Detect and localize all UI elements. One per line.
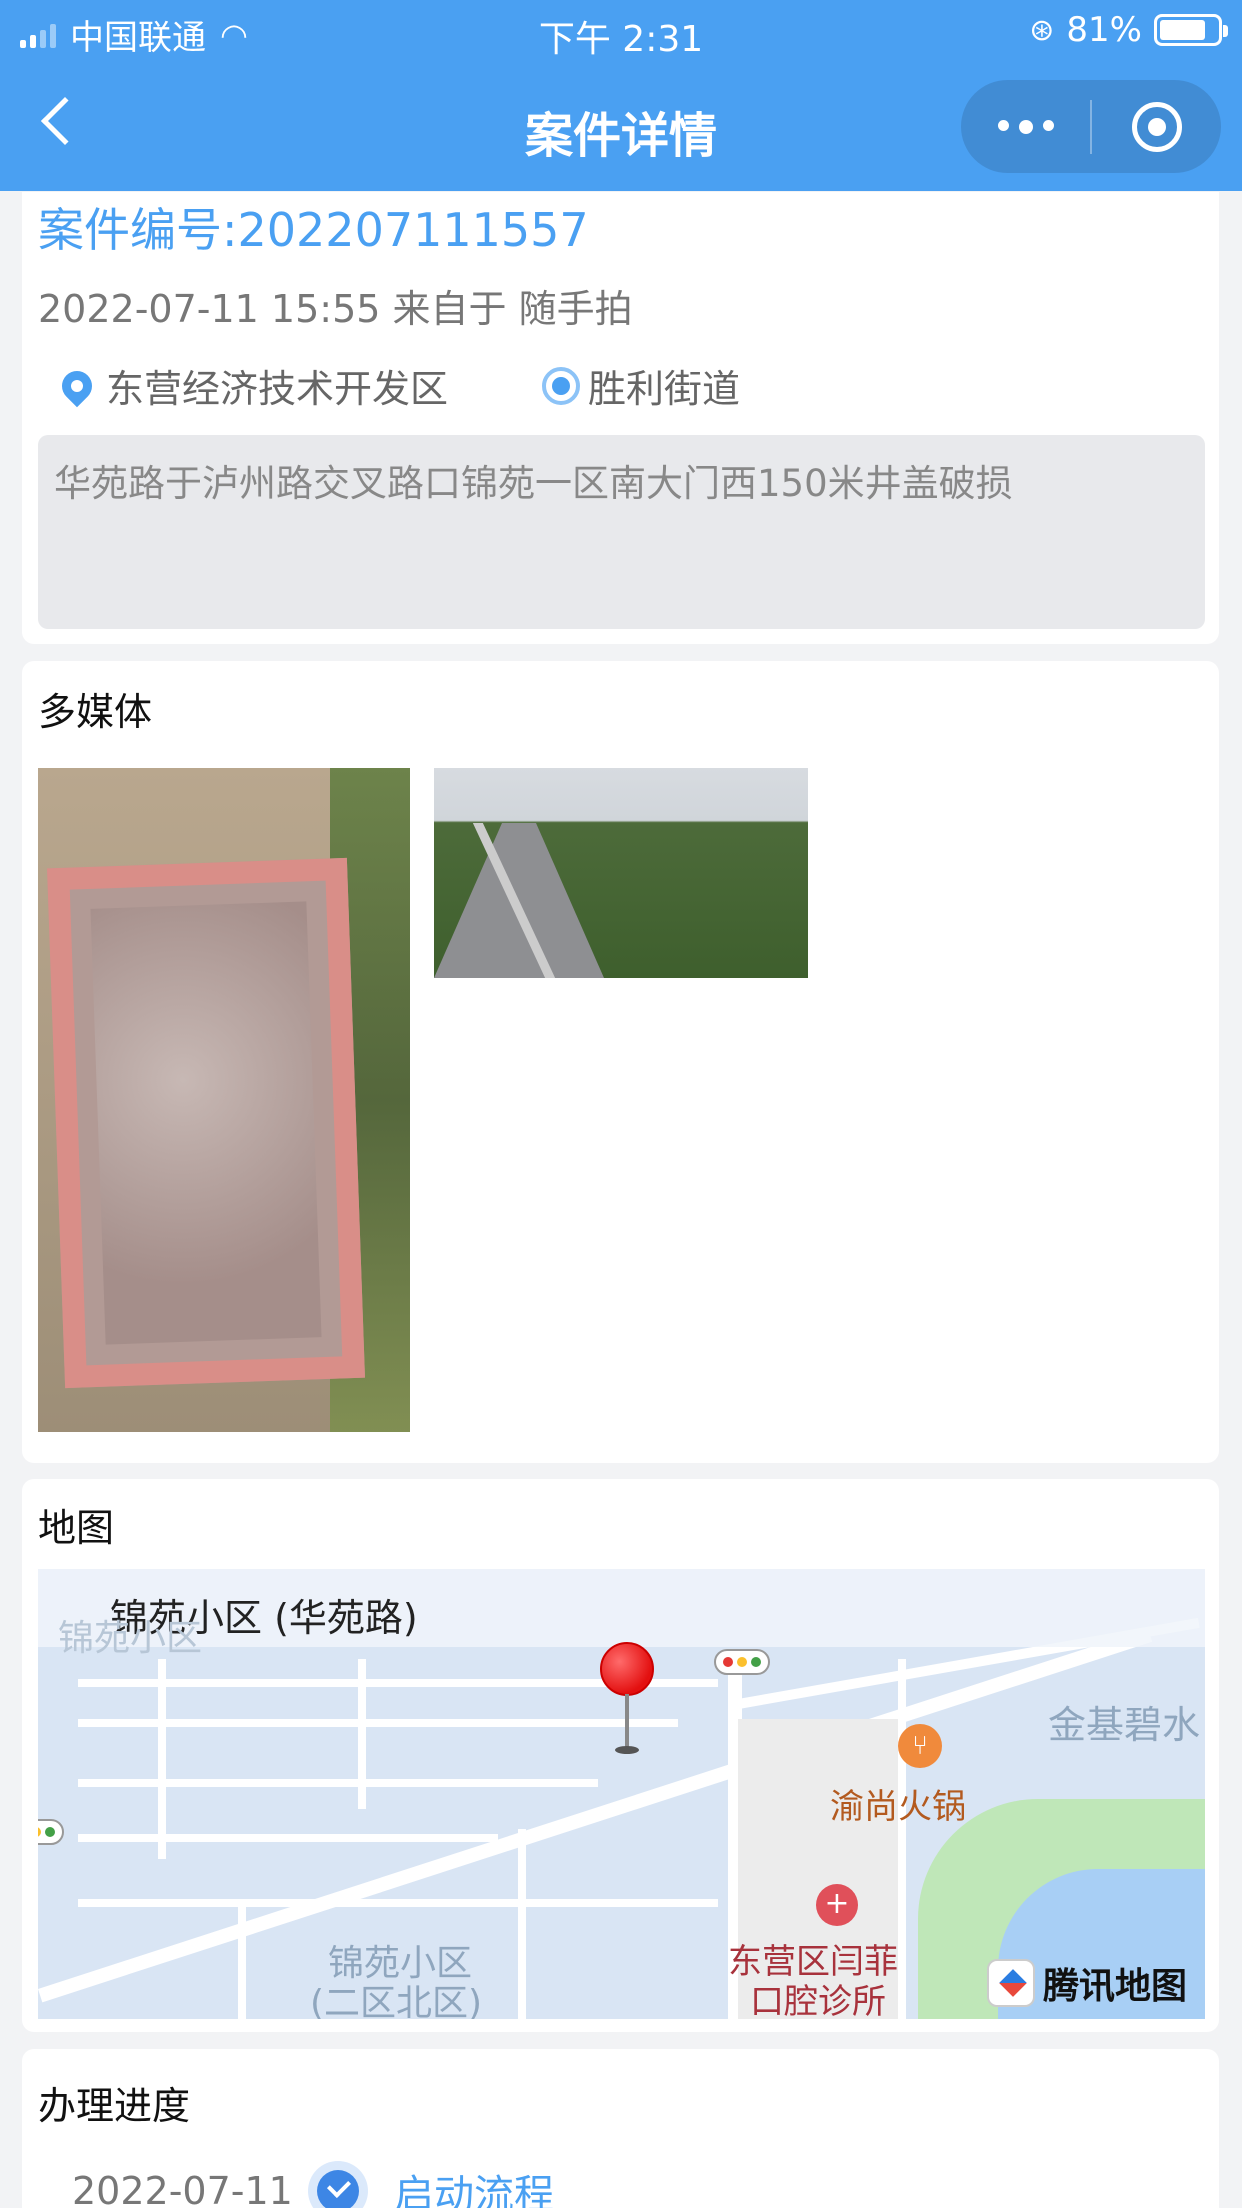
target-icon (1131, 101, 1182, 152)
progress-item: 2022-07-11 启动流程 (72, 2161, 554, 2208)
check-icon (308, 2161, 368, 2208)
map-label-restaurant: 渝尚火锅 (830, 1787, 966, 1827)
pin-stick (625, 1694, 629, 1750)
battery-icon (1154, 14, 1228, 46)
map-label-area-2: (二区北区) (310, 1983, 483, 2020)
map-road-4 (78, 1834, 498, 1842)
top-bar: 中国联通 ◠ 下午 2:31 ⊛ 81% 案件详情 (0, 0, 1242, 191)
photo-manhole-cover (47, 857, 365, 1389)
case-info-card: 案件编号:202207111557 2022-07-11 15:55 来自于 随… (22, 192, 1219, 644)
progress-step[interactable]: 启动流程 (394, 2162, 554, 2208)
map-road-6 (358, 1659, 366, 1809)
street-label: 胜利街道 (588, 367, 741, 411)
mini-program-capsule (961, 80, 1221, 173)
hospital-icon: + (816, 1884, 858, 1926)
traffic-light-icon (714, 1649, 770, 1675)
battery-fill (1160, 20, 1206, 40)
map-marker-pin[interactable] (600, 1642, 654, 1754)
map-road-9 (518, 1829, 526, 2019)
map-label-area-1: 锦苑小区 (328, 1943, 473, 1984)
tencent-map-icon (986, 1959, 1035, 2007)
status-right: ⊛ 81% (1029, 10, 1228, 50)
more-button[interactable] (961, 119, 1090, 134)
map-title: 地图 (38, 1506, 115, 1550)
map-road-8 (238, 1899, 246, 2019)
case-number: 案件编号:202207111557 (38, 203, 589, 257)
media-title: 多媒体 (38, 690, 153, 734)
map-label-clinic-2: 口腔诊所 (750, 1982, 886, 2019)
tencent-map-logo: 腾讯地图 (986, 1957, 1187, 2009)
case-meta: 2022-07-11 15:55 来自于 随手拍 (38, 287, 633, 331)
map-label-jinji: 金基碧水 (1048, 1703, 1201, 1747)
close-button[interactable] (1092, 101, 1221, 152)
tencent-map-brand: 腾讯地图 (1042, 1966, 1187, 2007)
case-description: 华苑路于泸州路交叉路口锦苑一区南大门西150米井盖破损 (38, 435, 1205, 629)
restaurant-icon: ⑂ (898, 1724, 942, 1768)
pin-base (615, 1746, 639, 1754)
district-label: 东营经济技术开发区 (106, 367, 449, 411)
progress-card: 办理进度 2022-07-11 启动流程 (22, 2049, 1219, 2208)
map-card: 地图 锦苑小区 (华苑路) 锦苑小区 金基碧水 ⑂ 渝尚火锅 + 东营区闫菲 口… (22, 1479, 1219, 2032)
progress-title: 办理进度 (38, 2084, 191, 2128)
media-card: 多媒体 (22, 661, 1219, 1463)
map-view[interactable]: 锦苑小区 (华苑路) 锦苑小区 金基碧水 ⑂ 渝尚火锅 + 东营区闫菲 口腔诊所… (38, 1569, 1205, 2019)
map-road-7 (78, 1899, 718, 1907)
progress-date: 2022-07-11 (72, 2169, 293, 2208)
location-pin-icon (55, 364, 99, 407)
map-road-5 (158, 1659, 166, 1859)
map-road-10 (898, 1659, 906, 2019)
street-location: 胜利街道 (542, 358, 740, 413)
orientation-lock-icon: ⊛ (1029, 12, 1055, 48)
media-photo-street[interactable] (434, 768, 808, 978)
traffic-light-icon-left (38, 1819, 64, 1845)
status-bar: 中国联通 ◠ 下午 2:31 ⊛ 81% (0, 0, 1242, 62)
district-location: 东营经济技术开发区 (55, 358, 449, 413)
media-photo-manhole[interactable] (38, 768, 410, 1432)
battery-percent: 81% (1066, 10, 1142, 50)
map-label-top-left: 锦苑小区 (58, 1618, 203, 1659)
map-road-2 (78, 1719, 678, 1727)
map-road-3 (78, 1779, 598, 1787)
locate-target-icon (542, 366, 580, 405)
pin-head (600, 1642, 654, 1696)
